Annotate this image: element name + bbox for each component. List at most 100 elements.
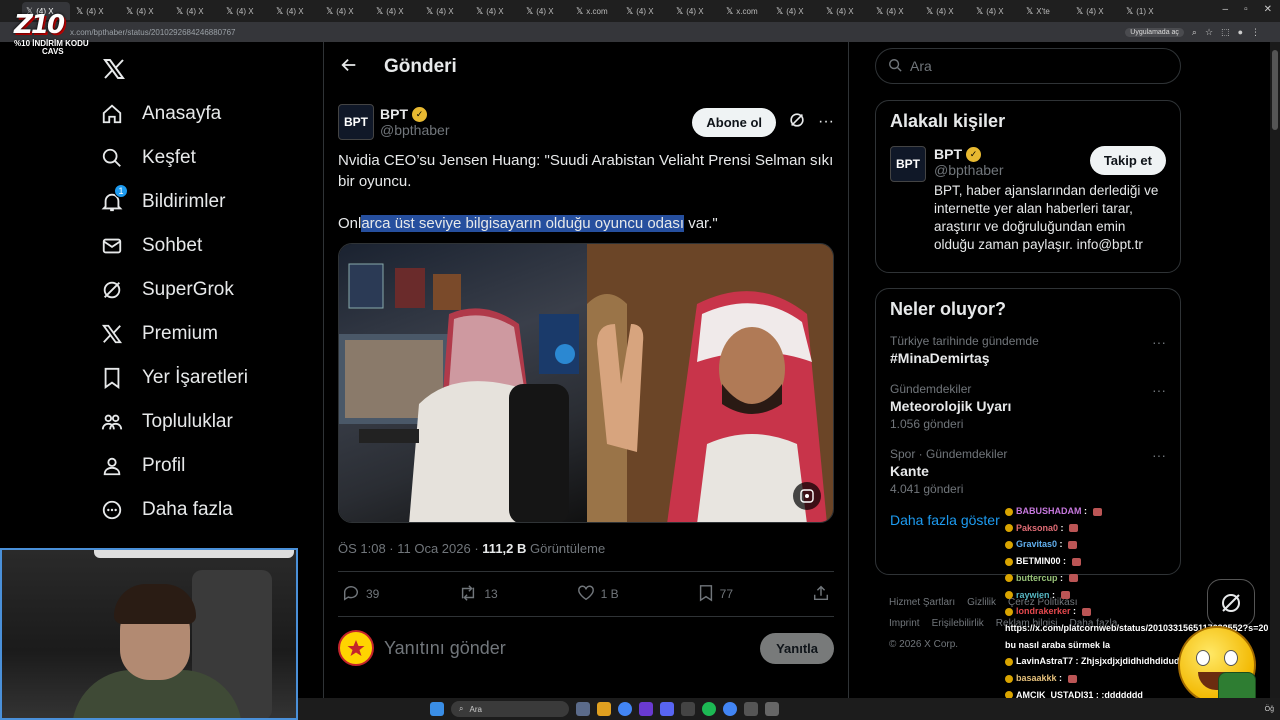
browser-tab[interactable]: 𝕏 (4) X (522, 2, 570, 20)
author-name[interactable]: BPT (380, 106, 408, 122)
tab-label: (4) X (136, 6, 154, 16)
start-icon[interactable] (430, 702, 444, 716)
nav-item[interactable]: Keşfet (90, 136, 310, 180)
folder-icon[interactable] (597, 702, 611, 716)
footer-terms[interactable]: Hizmet Şartları (889, 597, 955, 608)
taskbar-search[interactable]: ⌕ Ara (451, 701, 569, 717)
author-handle[interactable]: @bpthaber (380, 122, 449, 138)
browser-tab[interactable]: 𝕏 (4) X (922, 2, 970, 20)
trend-more-icon[interactable]: ··· (1152, 447, 1166, 463)
menu-icon[interactable]: ⋮ (1251, 27, 1260, 38)
taskview-icon[interactable] (576, 702, 590, 716)
app-icon-2[interactable] (681, 702, 695, 716)
close-window-icon[interactable]: ✕ (1264, 4, 1272, 15)
footer-privacy[interactable]: Gizlilik (967, 597, 996, 608)
x-favicon-icon: 𝕏 (476, 5, 484, 16)
nav-item-label: Keşfet (142, 147, 196, 168)
browser-tab[interactable]: 𝕏 (1) X (1122, 2, 1170, 20)
chat-username: LavinAstraT7 (1016, 656, 1074, 667)
browser-tab[interactable]: 𝕏 X'te (1022, 2, 1070, 20)
browser-tab[interactable]: 𝕏 (4) X (422, 2, 470, 20)
chat-message: Gravitas0 : (1005, 536, 1280, 553)
browser-tab[interactable]: 𝕏 (4) X (672, 2, 720, 20)
like-action[interactable]: 1 B (577, 584, 619, 605)
browser-tab[interactable]: 𝕏 (4) X (772, 2, 820, 20)
browser-tab[interactable]: 𝕏 (4) X (822, 2, 870, 20)
reply-action[interactable]: 39 (342, 584, 379, 605)
spotify-icon[interactable] (702, 702, 716, 716)
grok-icon[interactable] (788, 111, 806, 134)
trend-item[interactable]: Gündemdekiler Meteorolojik Uyarı 1.056 gön… (890, 382, 1166, 431)
prince-portrait-image[interactable] (587, 244, 833, 522)
share-action[interactable] (812, 584, 830, 605)
chat-separator: : (1060, 556, 1069, 567)
browser-tab[interactable]: 𝕏 (4) X (322, 2, 370, 20)
browser-tab[interactable]: 𝕏 (4) X (222, 2, 270, 20)
nav-item[interactable]: Daha fazla (90, 488, 310, 532)
app-icon-3[interactable] (744, 702, 758, 716)
related-handle[interactable]: @bpthaber (934, 162, 1003, 178)
browser-tab[interactable]: 𝕏 (4) X (472, 2, 520, 20)
zoom-icon[interactable]: ⌕ (1192, 27, 1197, 38)
more-options-icon[interactable]: ··· (818, 113, 834, 131)
trend-more-icon[interactable]: ··· (1152, 382, 1166, 398)
browser-tab[interactable]: 𝕏x.com (722, 2, 770, 20)
repost-action[interactable]: 13 (458, 584, 498, 605)
footer-imprint[interactable]: Imprint (889, 618, 920, 629)
app-icon-1[interactable] (639, 702, 653, 716)
media-grok-icon[interactable] (793, 482, 821, 510)
footer-accessibility[interactable]: Erişilebilirlik (932, 618, 984, 629)
nav-item[interactable]: SuperGrok (90, 268, 310, 312)
browser-tab[interactable]: 𝕏 (4) X (1072, 2, 1120, 20)
browser-tab[interactable]: 𝕏 (4) X (622, 2, 670, 20)
related-avatar[interactable]: BPT (890, 146, 926, 182)
follow-button[interactable]: Takip et (1089, 146, 1166, 175)
restore-icon[interactable]: ▫ (1244, 4, 1248, 15)
reply-input[interactable]: Yanıtını gönder (384, 638, 750, 659)
browser-tab[interactable]: 𝕏x.com (572, 2, 620, 20)
browser-tab[interactable]: 𝕏 (4) X (872, 2, 920, 20)
nav-item[interactable]: Profil (90, 444, 310, 488)
app-icon-4[interactable] (765, 702, 779, 716)
gaming-room-image[interactable] (339, 244, 587, 522)
profile-icon[interactable]: ● (1238, 27, 1243, 37)
back-arrow-icon[interactable] (340, 56, 358, 79)
current-user-avatar[interactable] (338, 630, 374, 666)
author-avatar[interactable]: BPT (338, 104, 374, 140)
browser-tab[interactable]: 𝕏 (4) X (372, 2, 420, 20)
tweet-media[interactable] (338, 243, 834, 523)
subscribe-button[interactable]: Abone ol (692, 107, 777, 137)
nav-item[interactable]: Premium (90, 312, 310, 356)
browser-tab[interactable]: 𝕏 (4) X (122, 2, 170, 20)
nav-item[interactable]: 1 Bildirimler (90, 180, 310, 224)
browser-tab[interactable]: 𝕏 (4) X (972, 2, 1020, 20)
minimize-icon[interactable]: – (1223, 4, 1229, 15)
open-in-app-pill[interactable]: Uygulamada aç (1125, 27, 1184, 37)
tweet-time[interactable]: ÖS 1:08 · 11 Oca 2026 · (338, 541, 482, 556)
related-person[interactable]: BPT BPT ✓ @bpthaber Takip et BPT, haber a… (890, 146, 1166, 254)
bookmark-action[interactable]: 77 (698, 584, 733, 605)
chrome-icon[interactable] (618, 702, 632, 716)
related-name[interactable]: BPT (934, 146, 962, 162)
search-input[interactable]: Ara (875, 48, 1181, 84)
trend-item[interactable]: Spor · Gündemdekiler Kante 4.041 gönderi ··… (890, 447, 1166, 496)
trend-item[interactable]: Türkiye tarihinde gündemde #MinaDemirtaş ·… (890, 334, 1166, 366)
chrome-icon-2[interactable] (723, 702, 737, 716)
nav-item[interactable]: Yer İşaretleri (90, 356, 310, 400)
nav-item-label: Sohbet (142, 235, 203, 256)
nav-item[interactable]: Sohbet (90, 224, 310, 268)
extensions-icon[interactable]: ⬚ (1221, 27, 1230, 38)
discord-icon[interactable] (660, 702, 674, 716)
taskbar-search-icon: ⌕ (459, 704, 464, 713)
address-bar[interactable]: x.com/bpthaber/status/201029268424688076… (0, 22, 1280, 42)
nav-item-label: Anasayfa (142, 103, 222, 124)
trend-more-icon[interactable]: ··· (1152, 334, 1166, 350)
star-icon[interactable]: ☆ (1205, 27, 1213, 38)
browser-tab[interactable]: 𝕏 (4) X (172, 2, 220, 20)
reply-button[interactable]: Yanıtla (760, 632, 834, 664)
nav-item[interactable]: Topluluklar (90, 400, 310, 444)
browser-tab[interactable]: 𝕏 (4) X (272, 2, 320, 20)
promo-line-2: CAVS (42, 47, 64, 56)
scrollbar-thumb[interactable] (1272, 50, 1278, 130)
nav-item[interactable]: Anasayfa (90, 92, 310, 136)
